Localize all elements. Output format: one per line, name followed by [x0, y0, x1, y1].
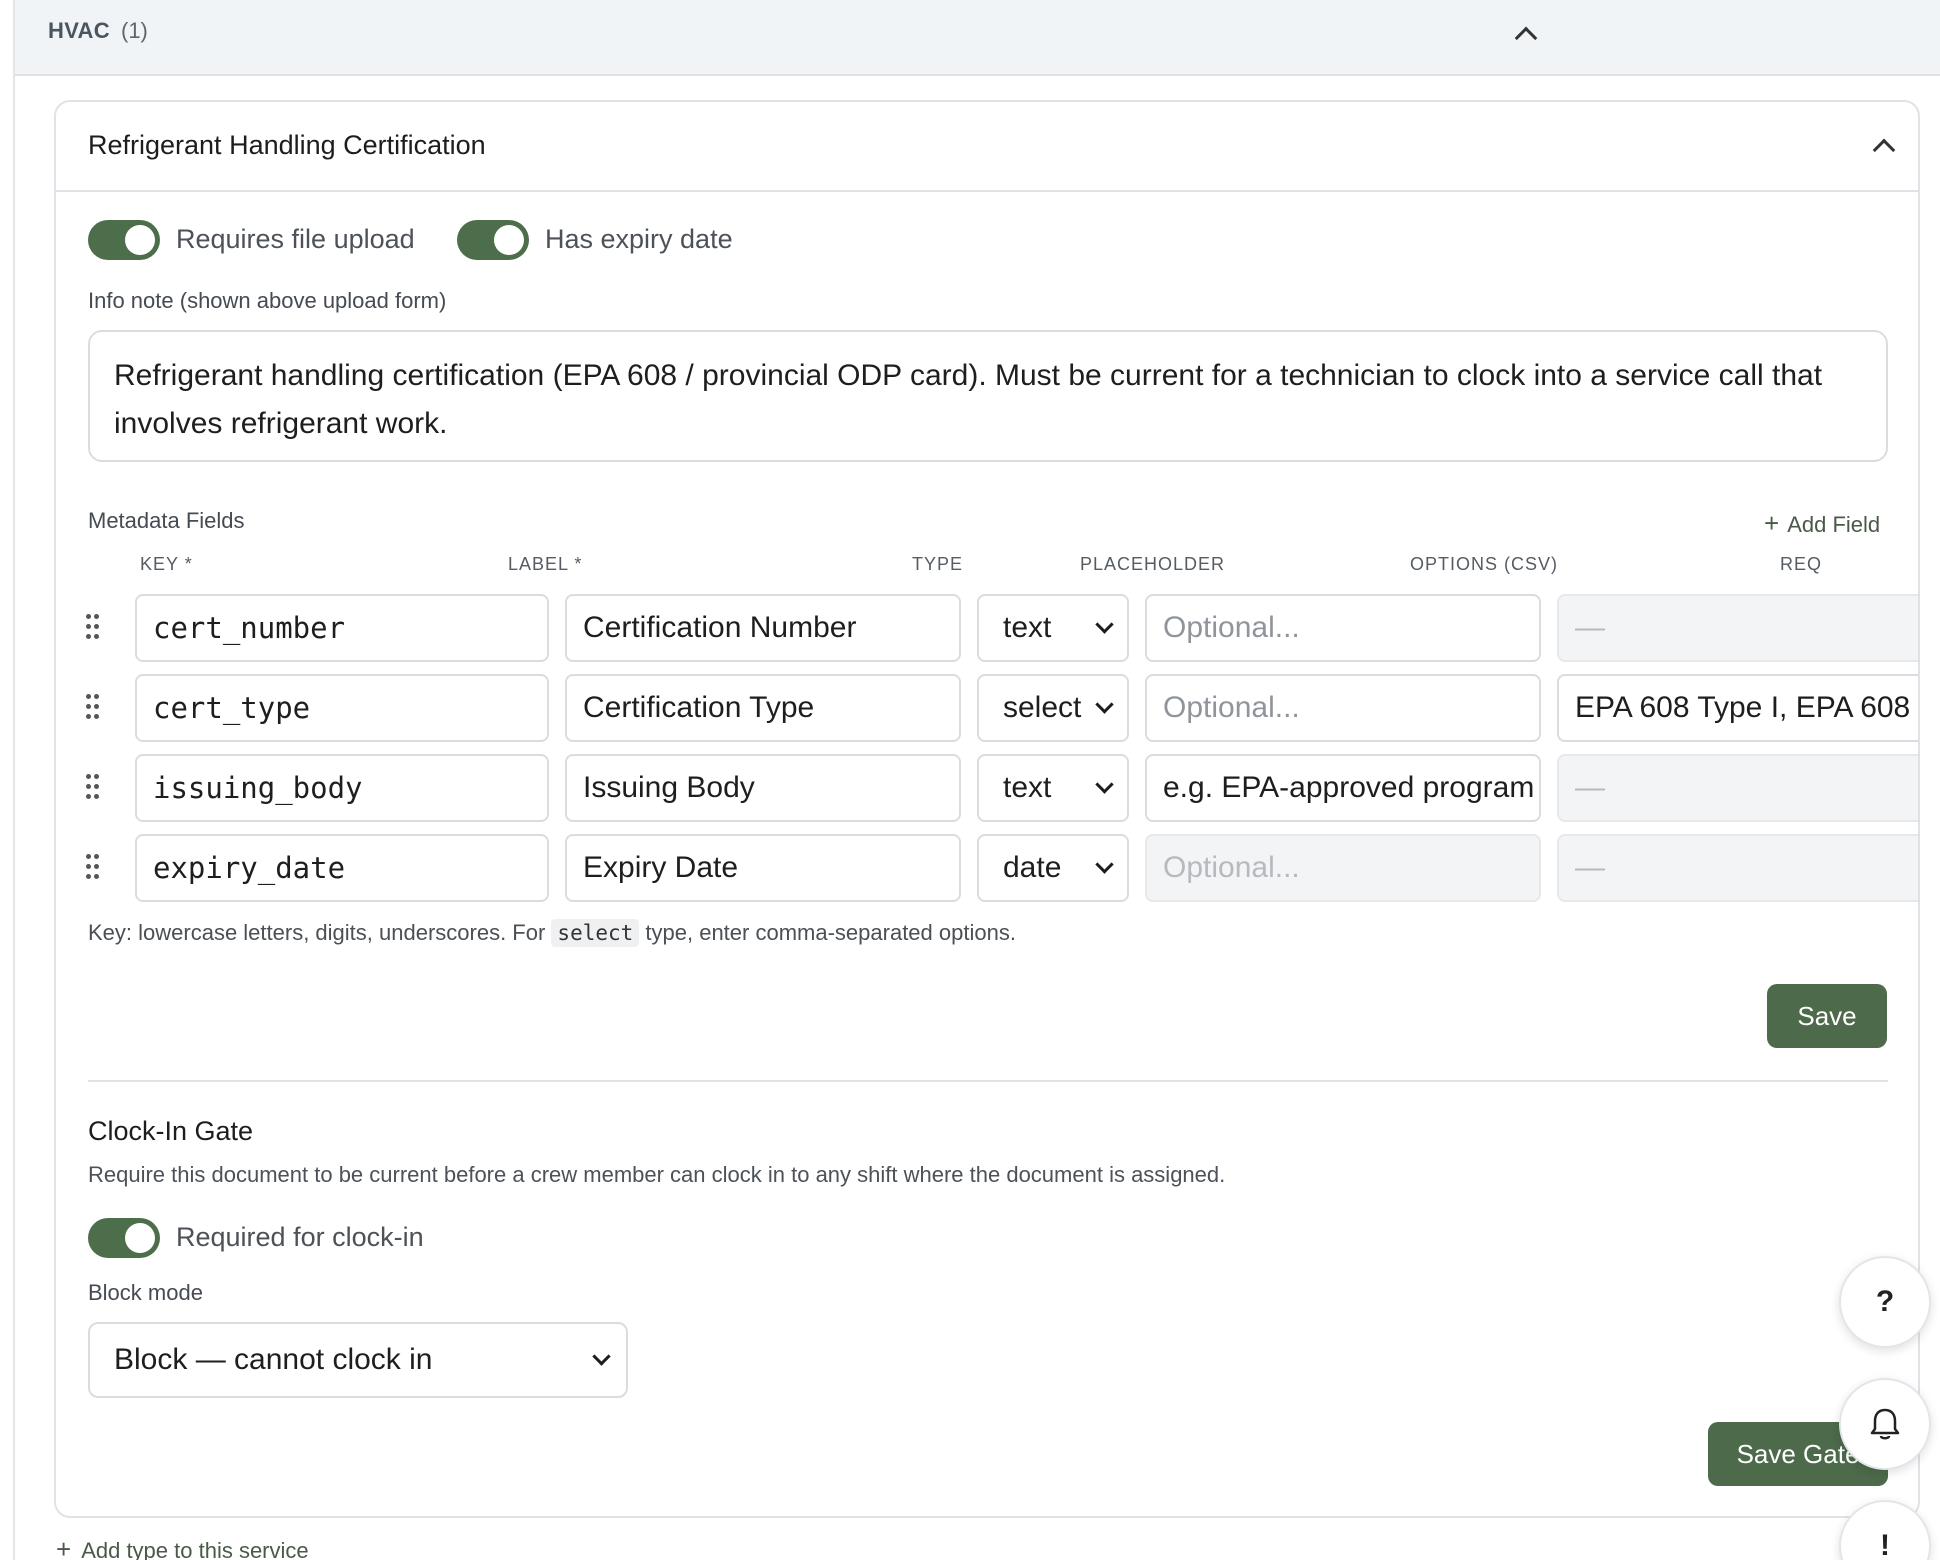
has-expiry-date-label: Has expiry date	[545, 224, 733, 254]
type-select-value: date	[1003, 851, 1062, 884]
key-input[interactable]: issuing_body	[135, 754, 549, 822]
bell-icon	[1870, 1408, 1900, 1440]
type-select-value: text	[1003, 611, 1052, 644]
save-button[interactable]: Save	[1767, 984, 1887, 1048]
options-input: —	[1557, 594, 1918, 662]
key-input[interactable]: expiry_date	[135, 834, 549, 902]
required-for-clock-in-label: Required for clock-in	[176, 1222, 424, 1252]
has-expiry-date-toggle[interactable]	[457, 220, 529, 260]
type-select[interactable]: select	[977, 674, 1129, 742]
column-header-type: TYPE	[912, 554, 964, 574]
metadata-row: issuing_body Issuing Body text e.g. EPA-…	[56, 754, 1922, 822]
type-select[interactable]: text	[977, 594, 1129, 662]
placeholder-input[interactable]: Optional...	[1145, 674, 1541, 742]
required-for-clock-in-toggle[interactable]	[88, 1218, 160, 1258]
placeholder-input[interactable]: Optional...	[1145, 594, 1541, 662]
requires-file-upload-label: Requires file upload	[176, 224, 415, 254]
chevron-down-icon	[1095, 855, 1114, 874]
label-input[interactable]: Expiry Date	[565, 834, 961, 902]
metadata-hint: Key: lowercase letters, digits, undersco…	[88, 919, 1016, 947]
column-header-key: KEY *	[140, 554, 193, 574]
add-field-label: Add Field	[1787, 512, 1881, 537]
document-type-card: Refrigerant Handling Certification Requi…	[54, 100, 1920, 1518]
options-input: —	[1557, 754, 1918, 822]
service-group: HVAC (1) Refrigerant Handling Certificat…	[13, 0, 1940, 1560]
info-note-label: Info note (shown above upload form)	[88, 288, 447, 313]
plus-icon: +	[1764, 508, 1780, 538]
key-input[interactable]: cert_number	[135, 594, 549, 662]
drag-handle-icon[interactable]	[86, 854, 100, 880]
drag-handle-icon[interactable]	[86, 694, 100, 720]
block-mode-select[interactable]: Block — cannot clock in	[88, 1322, 628, 1398]
type-select-value: select	[1003, 691, 1082, 724]
metadata-row: cert_type Certification Type select Opti…	[56, 674, 1922, 742]
label-input[interactable]: Certification Number	[565, 594, 961, 662]
alert-exclamation-icon: !	[1880, 1529, 1890, 1560]
block-mode-value: Block — cannot clock in	[114, 1343, 433, 1376]
plus-icon: +	[56, 1534, 72, 1560]
notifications-button[interactable]	[1839, 1378, 1931, 1470]
collapse-card-chevron-up-icon[interactable]	[1872, 138, 1896, 162]
placeholder-input: Optional...	[1145, 834, 1541, 902]
type-select[interactable]: date	[977, 834, 1129, 902]
help-question-icon: ?	[1875, 1285, 1895, 1318]
column-header-placeholder: PLACEHOLDER	[1080, 554, 1226, 574]
type-select[interactable]: text	[977, 754, 1129, 822]
column-header-label: LABEL *	[508, 554, 583, 574]
chevron-down-icon	[592, 1347, 611, 1366]
placeholder-input[interactable]: e.g. EPA-approved program	[1145, 754, 1541, 822]
hint-code: select	[551, 919, 640, 947]
chevron-down-icon	[1095, 695, 1114, 714]
group-count: (1)	[121, 18, 148, 43]
info-note-textarea[interactable]: Refrigerant handling certification (EPA …	[88, 330, 1888, 462]
label-input[interactable]: Certification Type	[565, 674, 961, 742]
key-input[interactable]: cert_type	[135, 674, 549, 742]
options-input[interactable]: EPA 608 Type I, EPA 608 Ty	[1557, 674, 1918, 742]
section-divider	[88, 1080, 1888, 1082]
metadata-row: expiry_date Expiry Date date Optional...…	[56, 834, 1922, 902]
clock-in-gate-description: Require this document to be current befo…	[88, 1162, 1226, 1187]
block-mode-label: Block mode	[88, 1280, 203, 1305]
add-field-button[interactable]: + Add Field	[1764, 508, 1880, 539]
clock-in-gate-title: Clock-In Gate	[88, 1116, 254, 1146]
card-header[interactable]: Refrigerant Handling Certification	[56, 102, 1918, 192]
drag-handle-icon[interactable]	[86, 774, 100, 800]
metadata-fields-title: Metadata Fields	[88, 508, 245, 533]
add-type-to-service-button[interactable]: + Add type to this service	[56, 1534, 309, 1560]
metadata-row: cert_number Certification Number text Op…	[56, 594, 1922, 662]
column-header-options: OPTIONS (CSV)	[1410, 554, 1559, 574]
group-title: HVAC	[48, 18, 110, 43]
type-select-value: text	[1003, 771, 1052, 804]
options-input: —	[1557, 834, 1918, 902]
drag-handle-icon[interactable]	[86, 614, 100, 640]
column-header-req: REQ	[1780, 554, 1823, 574]
help-button[interactable]: ?	[1839, 1256, 1931, 1348]
group-header[interactable]: HVAC (1)	[15, 0, 1940, 76]
add-type-label: Add type to this service	[81, 1538, 309, 1560]
chevron-down-icon	[1095, 615, 1114, 634]
document-type-title: Refrigerant Handling Certification	[88, 130, 486, 160]
hint-text-before: Key: lowercase letters, digits, undersco…	[88, 920, 546, 945]
chevron-down-icon	[1095, 775, 1114, 794]
collapse-group-chevron-up-icon[interactable]	[1514, 26, 1538, 50]
label-input[interactable]: Issuing Body	[565, 754, 961, 822]
hint-text-after: type, enter comma-separated options.	[645, 920, 1016, 945]
requires-file-upload-toggle[interactable]	[88, 220, 160, 260]
